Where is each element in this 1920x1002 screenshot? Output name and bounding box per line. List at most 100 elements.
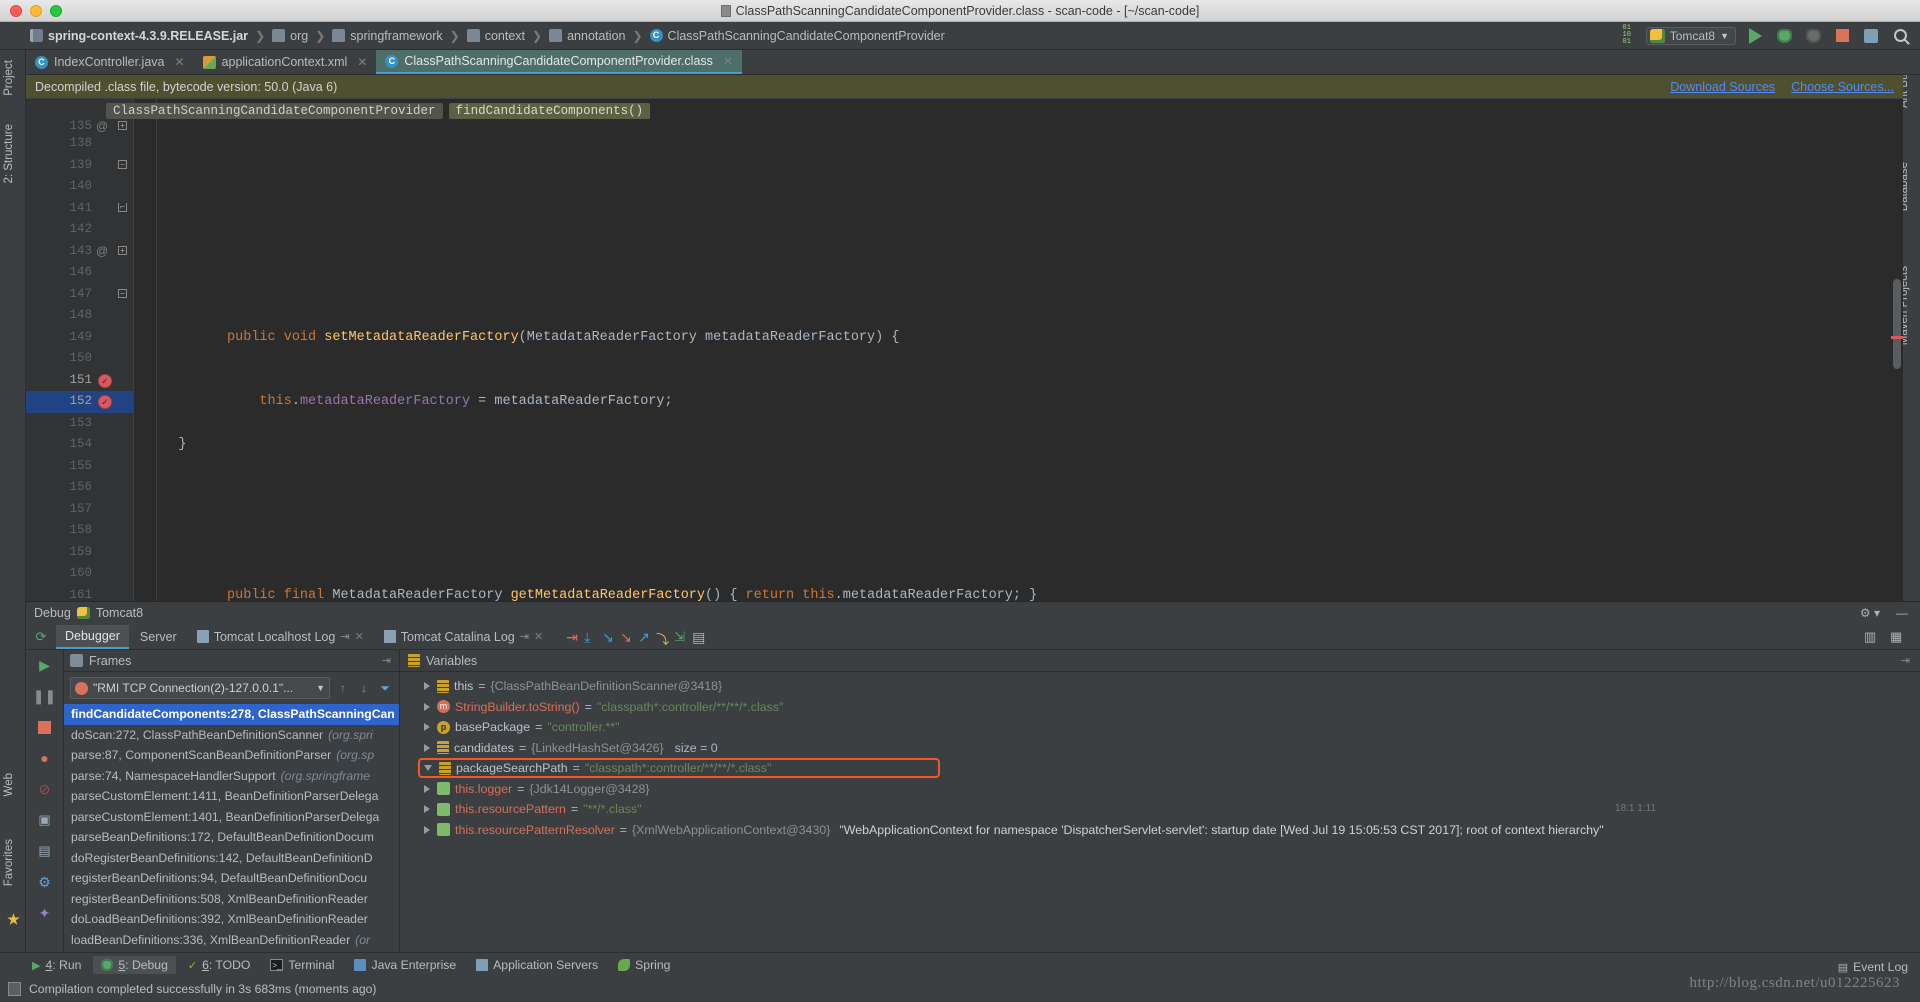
frames-list[interactable]: findCandidateComponents:278, ClassPathSc… <box>64 702 399 971</box>
force-step-into-icon[interactable]: ↘ <box>620 629 636 645</box>
show-execution-point-icon[interactable]: ⇥ <box>566 629 582 645</box>
close-icon[interactable]: ✕ <box>723 54 733 68</box>
frame-row[interactable]: parse:87, ComponentScanBeanDefinitionPar… <box>64 745 399 766</box>
debug-icon[interactable] <box>1774 26 1794 46</box>
drop-frame-icon[interactable]: ⤵ <box>656 629 672 647</box>
frames-up-icon[interactable]: ↑ <box>335 679 351 697</box>
settings-icon[interactable]: ▥ <box>1864 629 1880 645</box>
run-configuration-selector[interactable]: Tomcat8 ▼ <box>1645 26 1736 45</box>
expand-chevron-icon[interactable] <box>424 723 430 732</box>
frame-row[interactable]: parseBeanDefinitions:172, DefaultBeanDef… <box>64 827 399 848</box>
tab-tomcat-localhost-log[interactable]: Tomcat Localhost Log ⇥ ✕ <box>188 625 373 649</box>
tab-server[interactable]: Server <box>131 625 186 649</box>
expand-chevron-icon[interactable] <box>424 805 430 814</box>
thread-selector[interactable]: "RMI TCP Connection(2)-127.0.0.1"... ▼ <box>70 677 330 699</box>
status-tab-terminal[interactable]: >_ Terminal <box>262 956 342 974</box>
pause-program-icon[interactable]: ❚❚ <box>33 687 56 705</box>
step-out-icon[interactable]: ↗ <box>638 629 654 645</box>
mute-breakpoints-icon[interactable]: ⊘ <box>36 780 54 798</box>
frame-row[interactable]: parse:74, NamespaceHandlerSupport (org.sp… <box>64 766 399 787</box>
breadcrumb-item-org[interactable]: org <box>268 29 312 43</box>
breadcrumb-class[interactable]: ClassPathScanningCandidateComponentProvi… <box>106 103 443 119</box>
frame-row[interactable]: parseCustomElement:1411, BeanDefinitionP… <box>64 786 399 807</box>
variables-list[interactable]: this = {ClassPathBeanDefinitionScanner@3… <box>400 672 1920 971</box>
gear-icon[interactable]: ⚙ ▾ <box>1860 606 1880 620</box>
restore-layout-icon[interactable]: ▤ <box>36 842 54 860</box>
run-icon[interactable] <box>1745 26 1765 46</box>
sidebar-item-structure[interactable]: 2: Structure <box>3 118 15 189</box>
variables-settings-icon[interactable]: ⇥ <box>1901 654 1910 667</box>
tab-tomcat-catalina-log[interactable]: Tomcat Catalina Log ⇥ ✕ <box>375 625 552 649</box>
filter-frames-icon[interactable]: ⏷ <box>377 679 393 697</box>
frame-row[interactable]: loadBeanDefinitions:336, XmlBeanDefiniti… <box>64 930 399 951</box>
variable-row-resourcepattern[interactable]: this.resourcePattern = "**/*.class" <box>400 799 1920 820</box>
status-tab-java-enterprise[interactable]: Java Enterprise <box>346 956 464 974</box>
close-icon[interactable]: ✕ <box>174 55 184 69</box>
close-icon[interactable]: ✕ <box>357 55 367 69</box>
step-over-icon[interactable]: ⤓ <box>584 629 600 645</box>
breadcrumb-item-class[interactable]: ClassPathScanningCandidateComponentProvi… <box>646 29 949 43</box>
breadcrumb-item-annotation[interactable]: annotation <box>545 29 629 43</box>
code-editor[interactable]: public final ResourceLoader getResourceL… <box>26 99 1903 601</box>
frames-settings-icon[interactable]: ⇥ <box>382 654 391 667</box>
sidebar-item-web[interactable]: Web <box>3 767 15 802</box>
breakpoint-icon[interactable] <box>98 373 112 388</box>
binary-icon[interactable]: 01 10 01 <box>1617 25 1637 46</box>
search-icon[interactable] <box>1890 26 1910 46</box>
download-sources-link[interactable]: Download Sources <box>1670 80 1775 94</box>
frame-row[interactable]: registerBeanDefinitions:508, XmlBeanDefi… <box>64 889 399 910</box>
tab-debugger[interactable]: Debugger <box>56 624 129 649</box>
settings-gear-icon[interactable]: ⚙ <box>36 873 54 891</box>
expand-chevron-icon[interactable] <box>424 743 430 752</box>
variable-row-stringbuilder[interactable]: StringBuilder.toString() = "classpath*:c… <box>400 697 1920 718</box>
variable-row-candidates[interactable]: candidates = {LinkedHashSet@3426} size =… <box>400 738 1920 759</box>
editor-tab-applicationcontext[interactable]: applicationContext.xml ✕ <box>194 50 377 74</box>
hide-icon[interactable]: — <box>1896 606 1908 620</box>
frame-row[interactable]: doLoadBeanDefinitions:392, XmlBeanDefini… <box>64 909 399 930</box>
editor-tab-indexcontroller[interactable]: IndexController.java ✕ <box>26 50 194 74</box>
variable-row-this[interactable]: this = {ClassPathBeanDefinitionScanner@3… <box>400 676 1920 697</box>
close-icon[interactable]: ✕ <box>534 630 543 643</box>
resume-program-icon[interactable]: ▶ <box>36 656 54 674</box>
status-tab-debug[interactable]: 5: Debug <box>93 956 176 974</box>
breadcrumb-item-jar[interactable]: spring-context-4.3.9.RELEASE.jar <box>26 29 252 43</box>
pin-icon[interactable]: ⇥ <box>340 630 349 643</box>
breadcrumb-item-springframework[interactable]: springframework <box>328 29 446 43</box>
frame-row[interactable]: registerBeanDefinitions:94, DefaultBeanD… <box>64 868 399 889</box>
close-icon[interactable]: ✕ <box>355 630 364 643</box>
variable-row-packagesearchpath[interactable]: packageSearchPath = "classpath*:controll… <box>400 758 1920 779</box>
get-thread-dump-icon[interactable]: ▣ <box>36 811 54 829</box>
expand-chevron-icon[interactable] <box>424 702 430 711</box>
run-to-cursor-icon[interactable]: ⇲ <box>674 629 690 645</box>
status-tab-application-servers[interactable]: Application Servers <box>468 956 606 974</box>
frame-row[interactable]: doRegisterBeanDefinitions:142, DefaultBe… <box>64 848 399 869</box>
sidebar-item-favorites[interactable]: Favorites <box>3 833 15 892</box>
debug-coverage-icon[interactable] <box>1803 26 1823 46</box>
expand-chevron-icon[interactable] <box>424 825 430 834</box>
frames-down-icon[interactable]: ↓ <box>356 679 372 697</box>
expand-chevron-icon[interactable] <box>424 784 430 793</box>
error-stripe-marker[interactable] <box>1891 336 1903 339</box>
pin-icon[interactable]: ⇥ <box>520 630 529 643</box>
frame-row[interactable]: doScan:272, ClassPathBeanDefinitionScann… <box>64 725 399 746</box>
editor-vertical-scrollbar[interactable] <box>1893 279 1901 369</box>
frame-row-selected[interactable]: findCandidateComponents:278, ClassPathSc… <box>64 704 399 725</box>
favorites-star-icon[interactable] <box>7 913 20 925</box>
sidebar-item-project[interactable]: Project <box>3 54 15 102</box>
stop-icon[interactable] <box>36 718 54 736</box>
event-log-button[interactable]: ▤ Event Log <box>1838 960 1908 974</box>
expand-chevron-icon[interactable] <box>424 682 430 691</box>
step-into-icon[interactable]: ↘ <box>602 629 618 645</box>
stop-icon[interactable] <box>1832 26 1852 46</box>
frame-row[interactable]: parseCustomElement:1401, BeanDefinitionP… <box>64 807 399 828</box>
status-tab-spring[interactable]: Spring <box>610 956 678 974</box>
breadcrumb-item-context[interactable]: context <box>463 29 529 43</box>
choose-sources-link[interactable]: Choose Sources... <box>1791 80 1894 94</box>
breadcrumb-method[interactable]: findCandidateComponents() <box>448 103 651 119</box>
layout-icon[interactable]: ▦ <box>1890 629 1906 645</box>
rerun-icon[interactable]: ⟳ <box>32 628 50 646</box>
status-tab-run[interactable]: ▶ 4: Run <box>24 956 89 974</box>
evaluate-expression-icon[interactable]: ▤ <box>692 629 708 645</box>
variable-row-resourcepatternresolver[interactable]: this.resourcePatternResolver = {XmlWebAp… <box>400 820 1920 841</box>
pin-tab-icon[interactable]: ✦ <box>36 904 54 922</box>
